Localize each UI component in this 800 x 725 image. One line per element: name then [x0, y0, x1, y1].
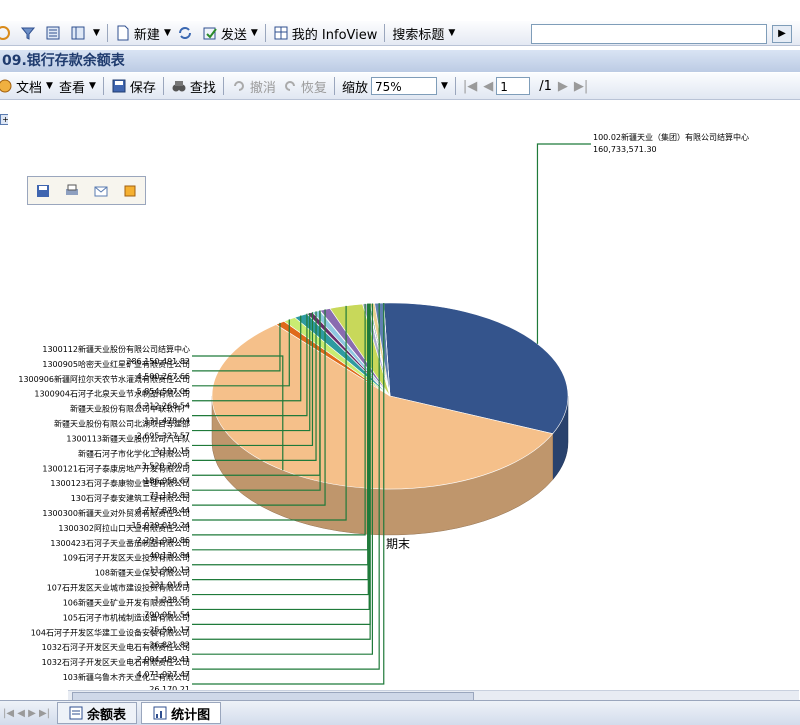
tab-statistics-chart[interactable]: 统计图: [141, 702, 222, 724]
view-label: 查看: [58, 80, 85, 96]
undo-label: 撤消: [249, 80, 276, 96]
undo-icon: [233, 81, 244, 91]
view-menu-button-2[interactable]: 查看 ▼: [56, 75, 99, 97]
redo-icon: [284, 81, 295, 91]
slice-label: 100.02新疆天业（集团）有限公司结算中心: [593, 132, 749, 142]
binoculars-icon: [172, 81, 186, 92]
find-label: 查找: [189, 80, 216, 96]
slice-label: 1300113新疆天业股份公司汽车队: [66, 433, 190, 443]
separator: [102, 77, 104, 95]
slice-label: 1300121石河子泰康房地产开发有限公司: [42, 463, 190, 473]
slice-label: 1300302阿拉山口天业有限责任公司: [58, 523, 190, 533]
report-toolbar: 文档 ▼ 查看 ▼ 保存 查找 撤消 恢复 缩放 75% ▼ |◀ ◀ 1 /1 ▶…: [0, 73, 800, 100]
tab-label: 余额表: [87, 707, 127, 723]
save-label: 保存: [129, 80, 156, 96]
separator: [384, 24, 386, 42]
view-menu-button[interactable]: ▼: [67, 22, 103, 44]
myinfoview-button[interactable]: 我的 InfoView: [270, 22, 381, 44]
floating-export-toolbar: [27, 176, 146, 205]
document-label: 文档: [16, 80, 43, 96]
redo-button[interactable]: 恢复: [279, 75, 330, 97]
myinfoview-label: 我的 InfoView: [291, 27, 378, 43]
slice-label: 新疆石河子市化学化工有限公司: [78, 448, 190, 458]
export-icon[interactable]: [122, 183, 138, 199]
slice-label: 新疆天业股份有限公司北湖项目等建部: [54, 419, 190, 429]
zoom-control: 缩放 75% ▼: [339, 75, 451, 97]
separator: [333, 77, 335, 95]
new-button[interactable]: 新建 ▼: [112, 22, 174, 44]
slice-label: 108新疆天业保安有限公司: [95, 568, 190, 578]
send-button[interactable]: 发送 ▼: [199, 22, 261, 44]
find-button[interactable]: 查找: [168, 75, 219, 97]
slice-label: 1300904石河子北泉天业节水制品有限公司: [34, 389, 190, 399]
tab-nav-arrows[interactable]: |◀ ◀ ▶ ▶|: [0, 702, 53, 724]
slice-label: 1032石河子开发区天业电石有限责任公司: [42, 657, 190, 667]
document-list-icon[interactable]: [42, 22, 67, 44]
slice-label: 新疆天业股份有限公司中联软件厂: [70, 404, 190, 414]
zoom-label: 缩放: [341, 80, 368, 96]
save-icon: [112, 79, 126, 93]
sync-button[interactable]: [174, 22, 199, 44]
slice-label: 105石河子市机械制造设备有限公司: [63, 612, 190, 622]
slice-label: 106新疆天业矿业开发有限责任公司: [63, 597, 190, 607]
slice-label: 1032石河子开发区天业电石有限责任公司: [42, 642, 190, 652]
sync-icon: [178, 27, 191, 39]
slice-label: 103新疆乌鲁木齐天业化工有限公司: [63, 672, 190, 682]
slice-label: 104石河子开发区华建工业设备安装有限公司: [31, 627, 190, 637]
table-icon: [69, 706, 83, 720]
separator: [222, 77, 224, 95]
separator: [162, 77, 164, 95]
last-page-button[interactable]: ▶|: [571, 75, 591, 97]
slice-label: 1300112新疆天业股份有限公司结算中心: [42, 344, 190, 354]
search-title-label: 搜索标题: [392, 27, 445, 43]
search-input[interactable]: [531, 24, 767, 44]
prev-page-button[interactable]: ◀: [480, 75, 496, 97]
slice-label: 1300123石河子泰康物业管理有限公司: [50, 478, 190, 488]
grid-icon: [274, 26, 288, 40]
zoom-input[interactable]: 75%: [370, 77, 437, 95]
separator: [106, 24, 108, 42]
save-icon[interactable]: [35, 183, 51, 199]
separator: [264, 24, 266, 42]
slice-value: 160,733,571.30: [593, 145, 657, 154]
print-icon[interactable]: [64, 183, 80, 199]
document-menu-button[interactable]: 文档 ▼: [0, 75, 56, 97]
slice-label: 109石河子开发区天业投资有限公司: [63, 553, 190, 563]
new-document-icon: [117, 25, 129, 41]
refresh-icon[interactable]: [0, 22, 17, 44]
leader-line: [536, 143, 591, 344]
slice-label: 1300906新疆阿拉尔天农节水灌溉有限责任公司: [18, 374, 190, 384]
search-title-dropdown[interactable]: 搜索标题 ▼: [389, 22, 458, 44]
slice-label: 130石河子泰安建筑工程有限公司: [71, 493, 190, 503]
send-icon: [203, 27, 217, 40]
slice-label: 1300423石河子天业番茄制品有限公司: [50, 538, 190, 548]
zoom-dropdown-icon[interactable]: ▼: [441, 81, 448, 91]
slice-label: 1300300新疆天业对外贸易有限责任公司: [42, 508, 190, 518]
chart-icon: [153, 706, 167, 720]
tab-label: 统计图: [171, 707, 211, 723]
report-title: 09.银行存款余额表: [0, 50, 800, 72]
first-page-button[interactable]: |◀: [460, 75, 480, 97]
document-icon: [0, 79, 12, 93]
page-total: /1: [539, 78, 552, 94]
chart-center-label: 期末: [386, 537, 410, 551]
save-button[interactable]: 保存: [108, 75, 159, 97]
tab-balance-table[interactable]: 余额表: [57, 702, 138, 724]
search-go-button[interactable]: ▶: [772, 25, 792, 43]
undo-button[interactable]: 撤消: [228, 75, 279, 97]
page-input[interactable]: 1: [496, 77, 531, 95]
slice-label: 107石开发区天业城市建设投资有限公司: [47, 583, 190, 593]
slice-label: 1300905哈密天业红星矿业有限责任公司: [42, 359, 190, 369]
tab-bar: |◀ ◀ ▶ ▶| 余额表 统计图: [0, 700, 800, 725]
new-label: 新建: [133, 27, 160, 43]
next-page-button[interactable]: ▶: [555, 75, 571, 97]
send-label: 发送: [220, 27, 247, 43]
email-icon[interactable]: [93, 183, 109, 199]
redo-label: 恢复: [300, 80, 327, 96]
filter-icon[interactable]: [17, 22, 42, 44]
separator: [454, 77, 456, 95]
